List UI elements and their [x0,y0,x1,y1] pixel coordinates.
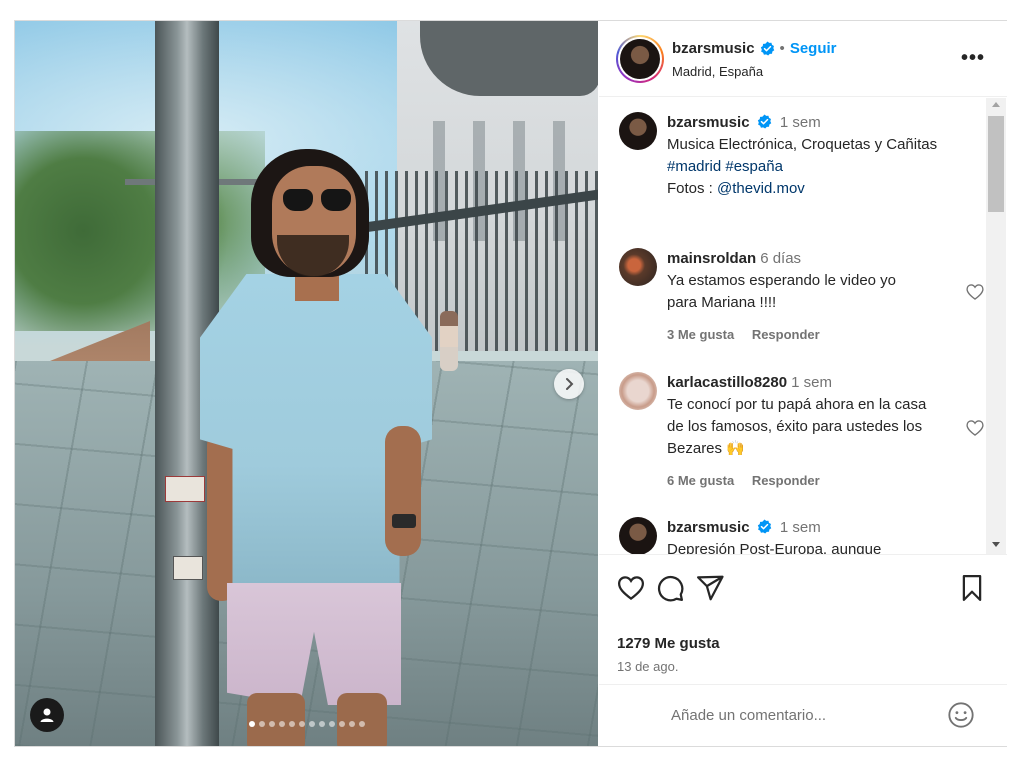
person-leg [247,693,305,746]
comment-text: Depresión Post-Europa, aunque extrañe la… [667,541,882,554]
follow-button[interactable]: Seguir [790,40,837,57]
reply-button[interactable]: Responder [752,473,820,488]
comment-username[interactable]: karlacastillo8280 [667,374,787,391]
comment-text: Ya estamos esperando le video yo para Ma… [667,272,897,311]
add-comment-bar [599,684,1007,746]
avatar[interactable] [620,39,660,79]
hashtag-link[interactable]: #españa [725,158,783,175]
story-ring[interactable] [616,35,664,83]
comment-username[interactable]: mainsroldan [667,250,756,267]
avatar[interactable] [619,372,657,410]
carousel-dot [328,721,335,727]
heart-icon[interactable] [965,282,985,302]
save-bookmark-icon[interactable] [957,573,987,603]
hashtag-link[interactable]: #madrid [667,158,721,175]
carousel-dot [318,721,325,727]
verified-badge-icon [760,41,774,56]
like-heart-icon[interactable] [616,573,646,603]
chevron-right-icon [566,378,574,390]
carousel-dot [258,721,265,727]
verified-badge-icon [757,114,771,129]
carousel-dot [338,721,345,727]
carousel-dot [308,721,315,727]
comment-likes[interactable]: 6 Me gusta [667,473,734,488]
dot-separator: • [779,40,785,57]
post-sidebar: bzarsmusic • Seguir Madrid, España ••• b… [599,21,1007,746]
next-slide-button[interactable] [554,369,584,399]
background-person [440,311,458,371]
post-header: bzarsmusic • Seguir Madrid, España ••• [599,21,1007,97]
avatar[interactable] [619,517,657,554]
carousel-indicator [15,721,598,727]
caption-time[interactable]: 1 sem [780,114,821,131]
comment-text: Te conocí por tu papá ahora en la casa d… [667,396,927,457]
post-modal: bzarsmusic • Seguir Madrid, España ••• b… [14,20,1007,747]
comment-icon[interactable] [655,573,685,603]
person-arm [385,426,421,556]
scroll-down-arrow-icon[interactable] [992,542,1000,547]
carousel-dot [278,721,285,727]
emoji-icon[interactable] [947,701,975,729]
comment-time[interactable]: 1 sem [780,519,821,536]
avatar[interactable] [619,248,657,286]
scrollbar-thumb[interactable] [988,116,1004,212]
person-leg [337,693,387,746]
comment-input[interactable] [671,703,941,727]
carousel-dot [248,721,255,727]
caption-credit-label: Fotos : [667,180,718,197]
post-photo[interactable] [15,21,598,746]
pole-sticker [173,556,203,580]
carousel-dot [288,721,295,727]
comments-list[interactable]: bzarsmusic 1 sem Musica Electrónica, Cro… [599,98,1007,554]
comment-username[interactable]: bzarsmusic [667,519,750,536]
post-date[interactable]: 13 de ago. [617,659,678,674]
wristwatch [392,514,416,528]
carousel-dot [348,721,355,727]
pole-sticker [165,476,205,502]
comment-likes[interactable]: 3 Me gusta [667,327,734,342]
post-actions: 1279 Me gusta 13 de ago. [599,554,1007,684]
sunglasses [281,189,353,213]
mention-link[interactable]: @thevid.mov [717,180,805,197]
comment-time[interactable]: 1 sem [791,374,832,391]
username-link[interactable]: bzarsmusic [672,40,755,57]
verified-badge-icon [757,519,771,534]
scroll-up-arrow-icon[interactable] [992,102,1000,107]
caption-username[interactable]: bzarsmusic [667,114,750,131]
likes-count[interactable]: 1279 Me gusta [617,635,720,652]
more-options-button[interactable]: ••• [961,47,985,70]
carousel-dot [298,721,305,727]
reply-button[interactable]: Responder [752,327,820,342]
caption-text: Musica Electrónica, Croquetas y Cañitas [667,136,938,153]
comment-time[interactable]: 6 días [760,250,801,267]
heart-icon[interactable] [965,418,985,438]
location-link[interactable]: Madrid, España [672,64,763,79]
share-paper-plane-icon[interactable] [695,573,725,603]
building-dome [420,21,598,96]
avatar[interactable] [619,112,657,150]
carousel-dot [358,721,365,727]
carousel-dot [268,721,275,727]
